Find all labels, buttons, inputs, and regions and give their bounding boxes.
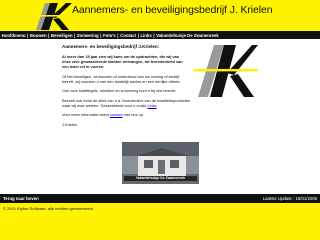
nav-link-contact[interactable]: Contact [119, 33, 138, 38]
footer-area: © 2001 Kipfort Software, alle rechten ge… [0, 203, 320, 240]
vakantiehuisje-photo[interactable]: Vakantiehuisje De Zwanenreek [122, 142, 199, 184]
last-update-text: Laatste Update : 18/01/2005 [262, 196, 317, 201]
nav-link-beveiligen[interactable]: Beveiligen [49, 33, 74, 38]
company-logo-large [194, 45, 258, 97]
nav-link-zonwering[interactable]: Zonwering [75, 33, 100, 38]
copyright-text: © 2001 Kipfort Software, alle rechten ge… [3, 206, 94, 211]
nav-link-links[interactable]: Links [139, 33, 153, 38]
nav-link-fotos[interactable]: Foto's [101, 33, 117, 38]
back-to-top-link[interactable]: Terug naar boven [3, 196, 39, 201]
photo-caption: Vakantiehuisje De Zwanenreek [124, 176, 197, 181]
nav-link-bouwen[interactable]: Bouwen [28, 33, 48, 38]
links-link[interactable]: Links [147, 103, 156, 108]
footer-bar: Terug naar boven Laatste Update : 18/01/… [0, 194, 320, 203]
suppliers-text: Bezoek ook eens de sites van o.a. levera… [62, 97, 191, 108]
nav-link-hoofdmenu[interactable]: Hoofdmenu [0, 33, 27, 38]
contact-text-pre: Voor meer informatie neem [62, 112, 109, 117]
nav-link-vakantiehuisje[interactable]: Vakantiehuisje De Zwanenreek [155, 33, 221, 38]
contact-paragraph: Voor meer informatie neem contact met on… [62, 112, 262, 117]
contact-link[interactable]: contact [110, 112, 123, 117]
site-title: Aannemers- en beveiligingsbedrijf J. Kri… [72, 4, 273, 16]
suppliers-paragraph: Bezoek ook eens de sites van o.a. levera… [62, 98, 192, 108]
contact-text-post: met ons op [123, 112, 143, 117]
company-logo [28, 3, 72, 30]
advice-paragraph: Of het beveiligen, verbouwen of onderhou… [62, 73, 181, 84]
main-navigation: Hoofdmenu | Bouwen | Beveiligen | Zonwer… [0, 31, 320, 39]
intro-paragraph: Al meer dan 15 jaar zien wij kans om de … [62, 54, 183, 69]
site-header: Aannemers- en beveiligingsbedrijf J. Kri… [0, 0, 320, 31]
signature: J.Krielen [62, 121, 78, 127]
